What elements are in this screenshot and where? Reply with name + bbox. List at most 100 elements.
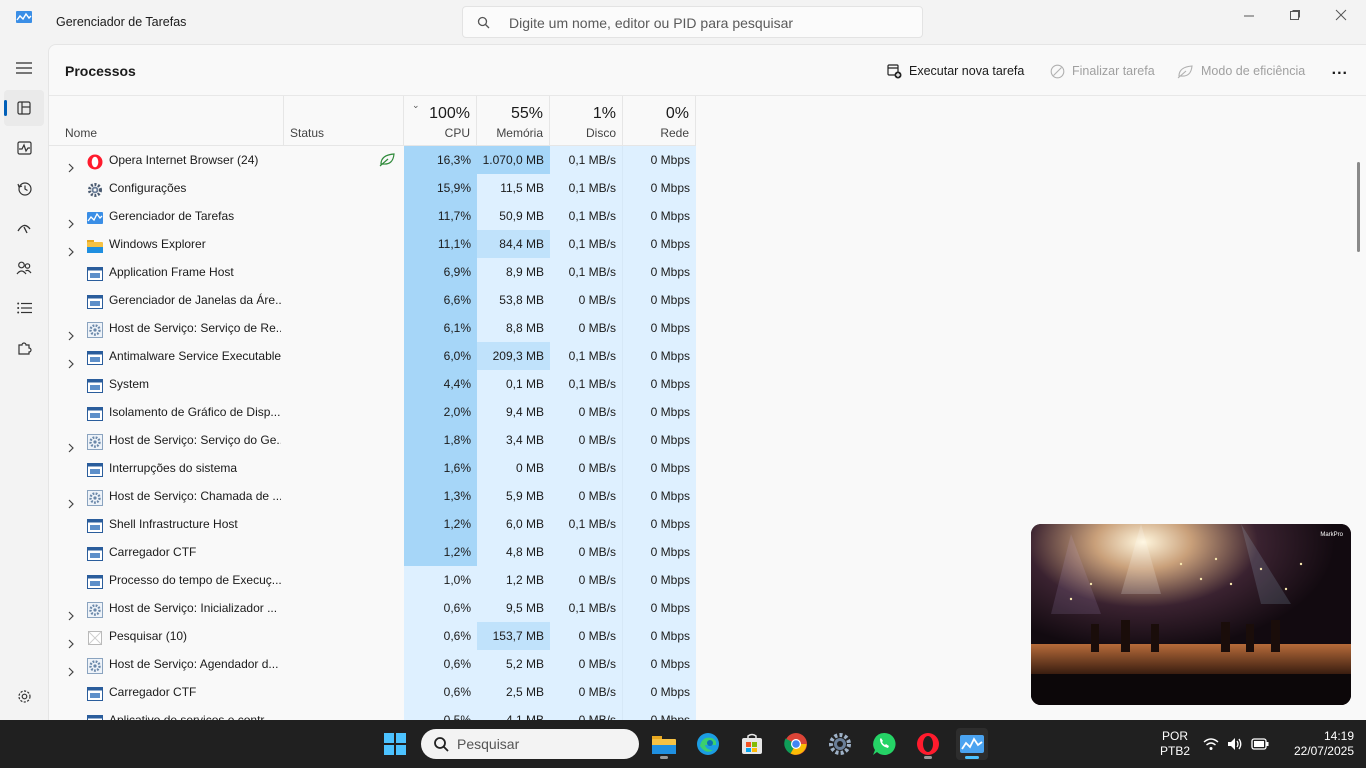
end-task-button[interactable]: Finalizar tarefa bbox=[1050, 61, 1155, 81]
search-input[interactable]: Digite um nome, editor ou PID para pesqu… bbox=[462, 6, 923, 38]
process-disk-cell: 0,1 MB/s bbox=[550, 146, 623, 174]
process-row[interactable]: Shell Infrastructure Host 1,2% 6,0 MB 0,1 M… bbox=[49, 510, 699, 538]
taskbar-search-icon bbox=[434, 737, 449, 752]
restore-button[interactable] bbox=[1280, 6, 1310, 26]
process-row[interactable]: Gerenciador de Tarefas 11,7% 50,9 MB 0,1 MB… bbox=[49, 202, 699, 230]
nav-app-history[interactable] bbox=[4, 170, 44, 206]
taskbar-file-explorer[interactable] bbox=[648, 728, 680, 760]
taskbar-chrome[interactable] bbox=[780, 728, 812, 760]
column-header-name[interactable]: Nome bbox=[49, 96, 284, 146]
process-net-cell: 0 Mbps bbox=[623, 426, 696, 454]
column-header-disk[interactable]: 1% Disco bbox=[550, 96, 623, 146]
hamburger-menu-button[interactable] bbox=[4, 50, 44, 86]
process-row[interactable]: Antimalware Service Executable 6,0% 209,3 … bbox=[49, 342, 699, 370]
process-mem-cell: 11,5 MB bbox=[477, 174, 550, 202]
chevron-right-icon[interactable] bbox=[66, 659, 76, 677]
process-row[interactable]: Host de Serviço: Agendador d... 0,6% 5,2 M… bbox=[49, 650, 699, 678]
taskbar-whatsapp[interactable] bbox=[868, 728, 900, 760]
process-name: Antimalware Service Executable bbox=[109, 349, 281, 363]
cpu-label: CPU bbox=[444, 126, 470, 140]
process-cpu-cell: 6,6% bbox=[404, 286, 477, 314]
process-cpu-cell: 1,2% bbox=[404, 538, 477, 566]
process-disk-cell: 0,1 MB/s bbox=[550, 370, 623, 398]
process-list: Opera Internet Browser (24) 16,3% 1.070,0 … bbox=[49, 146, 699, 720]
details-list-icon bbox=[16, 302, 32, 314]
process-name-cell: Antimalware Service Executable bbox=[49, 342, 284, 370]
taskbar-edge[interactable] bbox=[692, 728, 724, 760]
process-row[interactable]: Opera Internet Browser (24) 16,3% 1.070,0 … bbox=[49, 146, 699, 174]
taskbar-opera[interactable] bbox=[912, 728, 944, 760]
taskbar-search[interactable]: Pesquisar bbox=[421, 729, 639, 759]
close-button[interactable] bbox=[1326, 6, 1356, 26]
services-puzzle-icon bbox=[17, 341, 32, 355]
process-name-cell: Pesquisar (10) bbox=[49, 622, 284, 650]
nav-users[interactable] bbox=[4, 250, 44, 286]
process-row[interactable]: Application Frame Host 6,9% 8,9 MB 0,1 MB/s… bbox=[49, 258, 699, 286]
chevron-right-icon[interactable] bbox=[66, 155, 76, 173]
battery-icon[interactable] bbox=[1251, 738, 1269, 750]
process-row[interactable]: Windows Explorer 11,1% 84,4 MB 0,1 MB/s 0 Mb… bbox=[49, 230, 699, 258]
process-name: System bbox=[109, 377, 150, 391]
history-clock-icon bbox=[16, 181, 32, 196]
process-row[interactable]: Configurações 15,9% 11,5 MB 0,1 MB/s 0 Mbps bbox=[49, 174, 699, 202]
process-row[interactable]: Carregador CTF 1,2% 4,8 MB 0 MB/s 0 Mbps bbox=[49, 538, 699, 566]
process-name: Shell Infrastructure Host bbox=[109, 517, 238, 531]
wifi-icon[interactable] bbox=[1203, 737, 1219, 751]
vertical-scrollbar[interactable] bbox=[1357, 162, 1360, 252]
chevron-right-icon[interactable] bbox=[66, 631, 76, 649]
chevron-right-icon[interactable] bbox=[66, 603, 76, 621]
chevron-right-icon[interactable] bbox=[66, 211, 76, 229]
process-disk-cell: 0 MB/s bbox=[550, 622, 623, 650]
run-new-task-button[interactable]: Executar nova tarefa bbox=[887, 61, 1024, 81]
process-mem-cell: 9,4 MB bbox=[477, 398, 550, 426]
process-cpu-cell: 1,8% bbox=[404, 426, 477, 454]
process-mem-cell: 2,5 MB bbox=[477, 678, 550, 706]
process-row[interactable]: Host de Serviço: Chamada de ... 1,3% 5,9 M… bbox=[49, 482, 699, 510]
nav-processes[interactable] bbox=[4, 90, 44, 126]
chevron-right-icon[interactable] bbox=[66, 435, 76, 453]
process-row[interactable]: Carregador CTF 0,6% 2,5 MB 0 MB/s 0 Mbps bbox=[49, 678, 699, 706]
column-header-memory[interactable]: 55% Memória bbox=[477, 96, 550, 146]
process-net-cell: 0 Mbps bbox=[623, 230, 696, 258]
column-header-cpu[interactable]: ⌄ 100% CPU bbox=[404, 96, 477, 146]
efficiency-mode-button[interactable]: Modo de eficiência bbox=[1177, 61, 1305, 81]
minimize-button[interactable] bbox=[1234, 6, 1264, 26]
nav-details[interactable] bbox=[4, 290, 44, 326]
nav-performance[interactable] bbox=[4, 130, 44, 166]
process-row[interactable]: Pesquisar (10) 0,6% 153,7 MB 0 MB/s 0 Mbps bbox=[49, 622, 699, 650]
process-row[interactable]: Processo do tempo de Execuç... 1,0% 1,2 MB… bbox=[49, 566, 699, 594]
nav-startup[interactable] bbox=[4, 210, 44, 246]
process-mem-cell: 0,1 MB bbox=[477, 370, 550, 398]
taskbar-settings[interactable] bbox=[824, 728, 856, 760]
nav-services[interactable] bbox=[4, 330, 44, 366]
process-disk-cell: 0 MB/s bbox=[550, 314, 623, 342]
column-header-network[interactable]: 0% Rede bbox=[623, 96, 696, 146]
taskbar-task-manager[interactable] bbox=[956, 728, 988, 760]
language-indicator[interactable]: POR PTB2 bbox=[1157, 729, 1193, 759]
window-icon bbox=[87, 572, 103, 589]
process-disk-cell: 0,1 MB/s bbox=[550, 342, 623, 370]
more-options-button[interactable]: ... bbox=[1332, 61, 1348, 79]
chevron-right-icon[interactable] bbox=[66, 491, 76, 509]
process-row[interactable]: Host de Serviço: Serviço de Re... 6,1% 8,8… bbox=[49, 314, 699, 342]
process-row[interactable]: Isolamento de Gráfico de Disp... 2,0% 9,4 … bbox=[49, 398, 699, 426]
clock[interactable]: 14:19 22/07/2025 bbox=[1280, 729, 1354, 759]
process-row[interactable]: Host de Serviço: Inicializador ... 0,6% 9,… bbox=[49, 594, 699, 622]
process-net-cell: 0 Mbps bbox=[623, 146, 696, 174]
chevron-right-icon[interactable] bbox=[66, 351, 76, 369]
nav-settings[interactable] bbox=[4, 678, 44, 714]
file-explorer-icon bbox=[652, 736, 676, 754]
process-row[interactable]: System 4,4% 0,1 MB 0,1 MB/s 0 Mbps bbox=[49, 370, 699, 398]
chevron-right-icon[interactable] bbox=[66, 323, 76, 341]
picture-in-picture-video[interactable]: MarkPro bbox=[1031, 524, 1351, 705]
process-row[interactable]: Gerenciador de Janelas da Áre... 6,6% 53,8… bbox=[49, 286, 699, 314]
column-header-status[interactable]: Status bbox=[284, 96, 404, 146]
process-disk-cell: 0 MB/s bbox=[550, 286, 623, 314]
chevron-right-icon[interactable] bbox=[66, 239, 76, 257]
process-row[interactable]: Interrupções do sistema 1,6% 0 MB 0 MB/s 0 M… bbox=[49, 454, 699, 482]
start-button[interactable] bbox=[379, 728, 411, 760]
taskbar-store[interactable] bbox=[736, 728, 768, 760]
volume-icon[interactable] bbox=[1227, 737, 1243, 751]
process-row[interactable]: Aplicativo de serviços e contr... 0,5% 4,1… bbox=[49, 706, 699, 720]
process-row[interactable]: Host de Serviço: Serviço do Ge... 1,8% 3,4… bbox=[49, 426, 699, 454]
